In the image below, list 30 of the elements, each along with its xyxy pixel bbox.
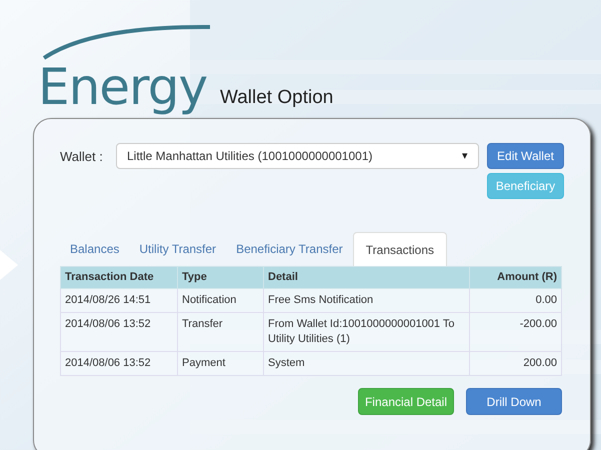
tab[interactable]: Balances [60,232,130,266]
tab[interactable]: Utility Transfer [129,232,226,266]
table-cell: Notification [178,288,264,312]
financial-detail-button[interactable]: Financial Detail [358,388,454,415]
caret-icon: ▾ [462,148,468,164]
edit-wallet-button[interactable]: Edit Wallet [487,143,564,169]
tab[interactable]: Beneficiary Transfer [226,232,353,266]
column-header: Detail [264,266,470,288]
table-cell: From Wallet Id:1001000000001001 To Utility Utilities (1) [264,312,470,352]
logo: Energy [38,62,208,112]
page-title: Wallet Option [220,86,334,110]
beneficiary-button[interactable]: Beneficiary [487,173,564,199]
drill-down-button[interactable]: Drill Down [466,388,562,415]
column-header: Transaction Date [60,266,178,288]
table-cell: Free Sms Notification [264,288,470,312]
table-cell: 2014/08/26 14:51 [60,288,178,312]
table-cell: System [264,352,470,376]
column-header: Amount (R) [470,266,562,288]
table-cell: Transfer [178,312,264,352]
table-cell: -200.00 [470,312,562,352]
arc-icon [42,24,212,60]
wallet-select[interactable]: Little Manhattan Utilities (1001000000001001) ▾ [116,143,479,169]
table-cell: 2014/08/06 13:52 [60,312,178,352]
table-cell: 2014/08/06 13:52 [60,352,178,376]
table-cell: 200.00 [470,352,562,376]
column-header: Type [178,266,264,288]
tab[interactable]: Transactions [352,232,448,266]
wallet-label: Wallet : [60,148,104,166]
table-cell: 0.00 [470,288,562,312]
table-cell: Payment [178,352,264,376]
